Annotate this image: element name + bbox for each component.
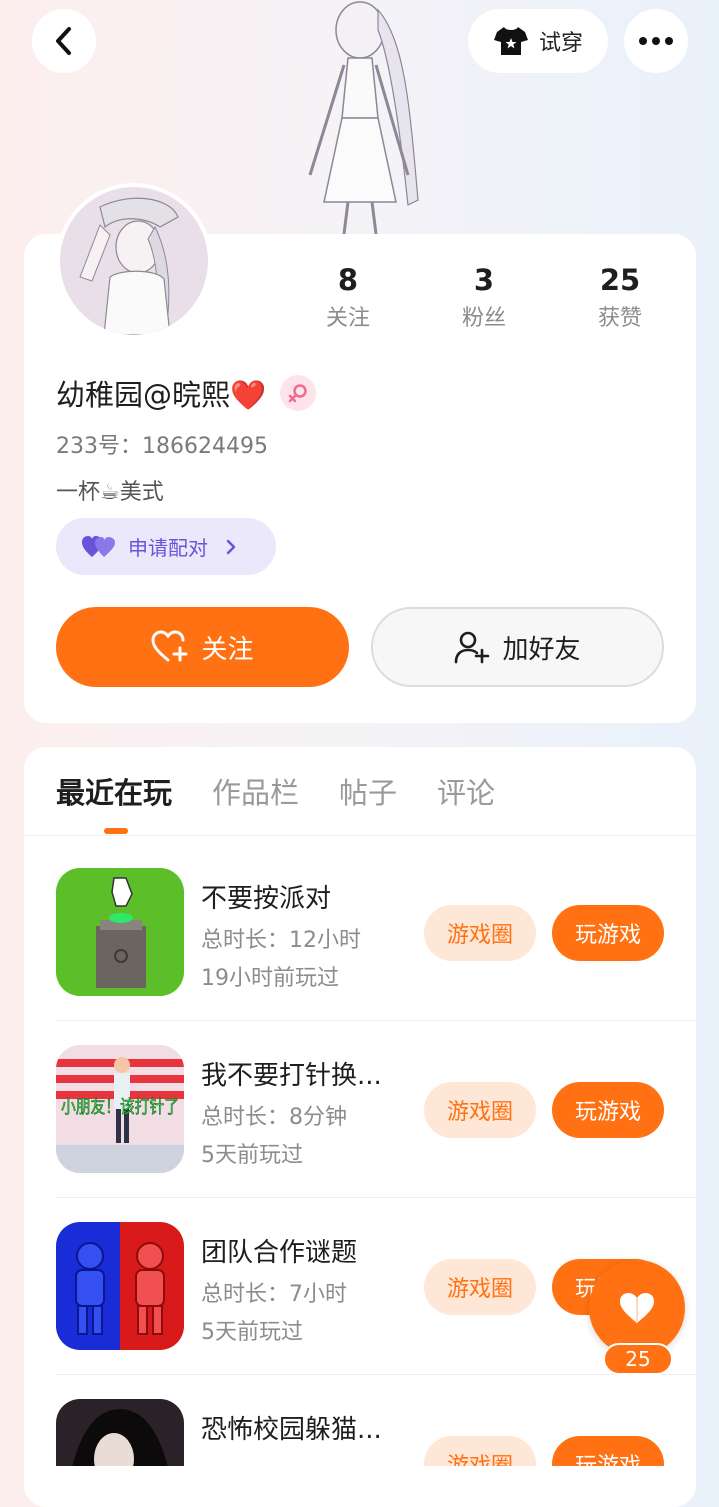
game-row[interactable]: 不要按派对 总时长：12小时 19小时前玩过 游戏圈 玩游戏 [56,868,696,1045]
game-duration: 总时长：12小时 [201,928,361,953]
game-icon[interactable]: 小朋友！该打针了 [56,1045,184,1173]
try-on-button[interactable]: 试穿 [468,9,608,73]
game-icon[interactable] [56,868,184,996]
heart-plus-icon [151,630,188,662]
divider [56,1020,696,1021]
play-game-button[interactable]: 玩游戏 [552,905,664,961]
divider [24,835,696,836]
tab-bar: 最近在玩 作品栏 帖子 评论 [56,770,495,812]
game-circle-button[interactable]: 游戏圈 [424,1436,536,1466]
more-dots-icon [639,37,673,45]
back-button[interactable] [32,9,96,73]
game-duration: 总时长：7小时 [201,1282,347,1307]
more-button[interactable] [624,9,688,73]
user-id: 233号：186624495 [56,434,268,459]
game-last-played: 19小时前玩过 [201,966,339,991]
add-user-icon [455,631,490,664]
floating-like-button[interactable] [589,1260,685,1356]
game-last-played: 5天前玩过 [201,1143,303,1168]
game-last-played: 5天前玩过 [201,1320,303,1345]
tab-recent-play[interactable]: 最近在玩 [56,770,172,812]
stat-following[interactable]: 8 关注 [288,262,408,332]
stat-label: 关注 [325,306,370,331]
game-circle-button[interactable]: 游戏圈 [424,1259,536,1315]
female-icon [280,375,317,411]
user-bio: 一杯☕美式 [56,480,164,505]
game-icon-text: 小朋友！该打针了 [61,1097,179,1118]
tab-posts[interactable]: 帖子 [339,770,397,812]
avatar[interactable] [56,183,212,339]
divider [56,1197,696,1198]
game-row[interactable]: 小朋友！该打针了 我不要打针换... 总时长：8分钟 5天前玩过 游戏圈 玩游戏 [56,1045,696,1222]
user-name: 幼稚园@晥熙❤️ [56,378,267,412]
stat-value: 3 [473,263,495,297]
game-title: 我不要打针换... [201,1061,382,1091]
game-row[interactable]: 恐怖校园躲猫... 游戏圈 玩游戏 [56,1399,696,1466]
double-heart-icon [82,535,115,557]
chevron-left-icon [56,27,71,55]
play-game-button[interactable]: 玩游戏 [552,1436,664,1466]
character-figure [240,0,480,235]
try-on-label: 试穿 [538,31,583,56]
stat-value: 25 [599,263,641,297]
stat-fans[interactable]: 3 粉丝 [424,262,544,332]
game-icon[interactable] [56,1222,184,1350]
game-circle-button[interactable]: 游戏圈 [424,905,536,961]
follow-label: 关注 [201,634,254,665]
stat-label: 获赞 [597,306,642,331]
chevron-right-icon [226,539,236,554]
game-title: 不要按派对 [201,884,332,914]
stat-value: 8 [337,263,359,297]
heart-icon [620,1293,654,1323]
play-game-button[interactable]: 玩游戏 [552,1082,664,1138]
tab-indicator [104,828,128,834]
stat-label: 粉丝 [461,306,506,331]
game-icon[interactable] [56,1399,184,1466]
tab-comments[interactable]: 评论 [437,770,495,812]
tab-works[interactable]: 作品栏 [212,770,299,812]
game-circle-button[interactable]: 游戏圈 [424,1082,536,1138]
game-duration: 总时长：8分钟 [201,1105,347,1130]
stat-likes[interactable]: 25 获赞 [560,262,680,332]
game-title: 团队合作谜题 [201,1238,358,1268]
add-friend-label: 加好友 [502,634,581,665]
name-row: 幼稚园@晥熙❤️ [56,372,317,414]
like-count-badge: 25 [603,1343,673,1375]
apply-pair-button[interactable]: 申请配对 [56,518,276,575]
follow-button[interactable]: 关注 [56,607,349,687]
tshirt-icon [493,27,528,55]
divider [56,1374,696,1375]
game-title: 恐怖校园躲猫... [201,1415,382,1445]
apply-pair-label: 申请配对 [128,536,208,560]
add-friend-button[interactable]: 加好友 [371,607,664,687]
